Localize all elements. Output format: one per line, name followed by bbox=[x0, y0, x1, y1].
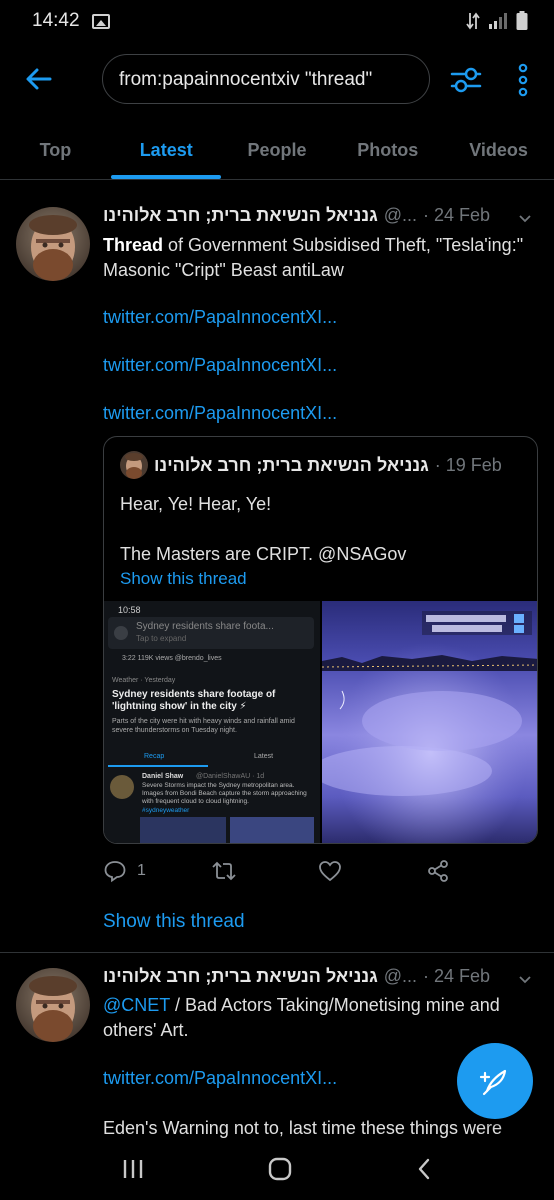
media-video-stats: 3:22 119K views @brendo_lives bbox=[122, 655, 222, 662]
search-header: from:papainnocentxiv "thread" bbox=[0, 48, 554, 112]
tweet-header: גנניאל הנשיאת ברית; חרב אלוהינו @... · 2… bbox=[103, 966, 533, 992]
tab-people[interactable]: People bbox=[222, 124, 333, 179]
reply-icon bbox=[104, 861, 126, 883]
media-time: 10:58 bbox=[118, 605, 141, 615]
media-category: Weather · Yesterday bbox=[112, 677, 176, 684]
quote-text-line2: The Masters are CRIPT. @NSAGov bbox=[120, 544, 407, 564]
more-options-icon[interactable] bbox=[516, 62, 530, 98]
battery-icon bbox=[516, 11, 528, 30]
quote-text-line1: Hear, Ye! Hear, Ye! bbox=[120, 494, 272, 514]
media-inner-handle: @DanielShawAU · 1d bbox=[196, 773, 265, 780]
back-nav-icon[interactable] bbox=[415, 1157, 433, 1181]
tweet-link[interactable]: twitter.com/PapaInnocentXI... bbox=[103, 355, 337, 376]
status-icons bbox=[466, 11, 528, 31]
media-header: Sydney residents share foota... bbox=[136, 621, 274, 632]
retweet-icon bbox=[211, 861, 236, 881]
share-button[interactable] bbox=[426, 859, 534, 883]
avatar[interactable] bbox=[16, 968, 90, 1042]
media-tab-latest: Latest bbox=[254, 753, 274, 760]
quote-show-thread-link[interactable]: Show this thread bbox=[104, 569, 537, 589]
media-inner-author: Daniel Shaw bbox=[142, 773, 184, 780]
avatar[interactable] bbox=[16, 207, 90, 281]
media-tab-underline bbox=[108, 765, 208, 767]
share-icon bbox=[427, 860, 448, 882]
tweet-actions: 1 bbox=[103, 856, 533, 886]
recent-apps-icon[interactable] bbox=[121, 1158, 145, 1180]
tab-latest[interactable]: Latest bbox=[111, 124, 222, 179]
tab-top[interactable]: Top bbox=[0, 124, 111, 179]
gallery-icon bbox=[91, 13, 110, 29]
system-nav-bar bbox=[0, 1138, 554, 1200]
search-tabs: Top Latest People Photos Videos bbox=[0, 124, 554, 180]
author-name[interactable]: גנניאל הנשיאת ברית; חרב אלוהינו bbox=[103, 205, 378, 226]
media-inner-avatar bbox=[110, 775, 134, 799]
search-input[interactable]: from:papainnocentxiv "thread" bbox=[102, 54, 430, 104]
media-inner-tag: #sydneyweather bbox=[142, 807, 190, 814]
divider bbox=[0, 952, 554, 953]
status-bar: 14:42 bbox=[0, 0, 554, 42]
tweet-content: גנניאל הנשיאת ברית; חרב אלוהינו @... · 2… bbox=[103, 966, 533, 1043]
quoted-tweet[interactable]: גנניאל הנשיאת ברית; חרב אלוהינו · 19 Feb… bbox=[103, 436, 538, 844]
tab-videos[interactable]: Videos bbox=[443, 124, 554, 179]
quote-header: גנניאל הנשיאת ברית; חרב אלוהינו · 19 Feb bbox=[104, 451, 537, 479]
search-filter-icon[interactable] bbox=[450, 64, 482, 96]
quote-author-name: גנניאל הנשיאת ברית; חרב אלוהינו bbox=[154, 454, 429, 475]
tweet-date: · 24 Feb bbox=[423, 205, 491, 225]
media-inner-thumb bbox=[230, 817, 314, 843]
media-photo[interactable] bbox=[322, 601, 537, 843]
compose-tweet-button[interactable] bbox=[457, 1043, 533, 1119]
back-arrow-icon[interactable] bbox=[24, 64, 54, 94]
media-inner-text: Severe Storms impact the Sydney metropol… bbox=[142, 782, 307, 805]
media-headline: Sydney residents share footage of 'light… bbox=[112, 689, 276, 712]
tweet-date: · 24 Feb bbox=[423, 966, 491, 986]
data-arrows-icon bbox=[466, 12, 480, 30]
media-summary: Parts of the city were hit with heavy wi… bbox=[112, 718, 295, 734]
reply-button[interactable]: 1 bbox=[103, 859, 211, 883]
quote-date: · 19 Feb bbox=[434, 454, 502, 475]
tweet-link[interactable]: twitter.com/PapaInnocentXI... bbox=[103, 403, 337, 424]
media-back-icon bbox=[114, 626, 128, 640]
status-time: 14:42 bbox=[32, 10, 80, 31]
quote-media[interactable]: 10:58 Sydney residents share foota... Ta… bbox=[104, 601, 537, 843]
tweet-link[interactable]: twitter.com/PapaInnocentXI... bbox=[103, 307, 337, 328]
home-icon[interactable] bbox=[267, 1156, 293, 1182]
chevron-down-icon[interactable] bbox=[517, 971, 533, 987]
media-screenshot[interactable]: 10:58 Sydney residents share foota... Ta… bbox=[104, 601, 320, 843]
tweet-content: גנניאל הנשיאת ברית; חרב אלוהינו @... · 2… bbox=[103, 205, 533, 283]
media-tab-recap: Recap bbox=[144, 753, 165, 760]
chevron-down-icon[interactable] bbox=[517, 210, 533, 226]
tab-photos[interactable]: Photos bbox=[332, 124, 443, 179]
tweet-text-bold: Thread bbox=[103, 235, 164, 255]
tweet-text: Thread of Government Subsidised Theft, "… bbox=[103, 233, 533, 283]
reply-count: 1 bbox=[137, 862, 146, 879]
media-subheader: Tap to expand bbox=[136, 634, 187, 643]
quote-avatar bbox=[120, 451, 148, 479]
author-handle: @... bbox=[383, 966, 418, 986]
tweet-text-rest: of Government Subsidised Theft, "Tesla'i… bbox=[103, 235, 524, 280]
like-button[interactable] bbox=[318, 859, 426, 883]
media-inner-thumb bbox=[140, 817, 226, 843]
retweet-button[interactable] bbox=[211, 859, 319, 883]
author-name[interactable]: גנניאל הנשיאת ברית; חרב אלוהינו bbox=[103, 966, 378, 987]
tweet-text: @CNET / Bad Actors Taking/Monetising min… bbox=[103, 993, 533, 1043]
author-handle: @... bbox=[383, 205, 418, 225]
show-thread-link[interactable]: Show this thread bbox=[103, 911, 245, 933]
heart-icon bbox=[319, 861, 341, 882]
mention-link[interactable]: @CNET bbox=[103, 995, 170, 1015]
compose-feather-icon bbox=[479, 1069, 507, 1096]
signal-icon bbox=[489, 13, 507, 29]
tweet-link[interactable]: twitter.com/PapaInnocentXI... bbox=[103, 1068, 337, 1089]
tweet-header: גנניאל הנשיאת ברית; חרב אלוהינו @... · 2… bbox=[103, 205, 533, 231]
